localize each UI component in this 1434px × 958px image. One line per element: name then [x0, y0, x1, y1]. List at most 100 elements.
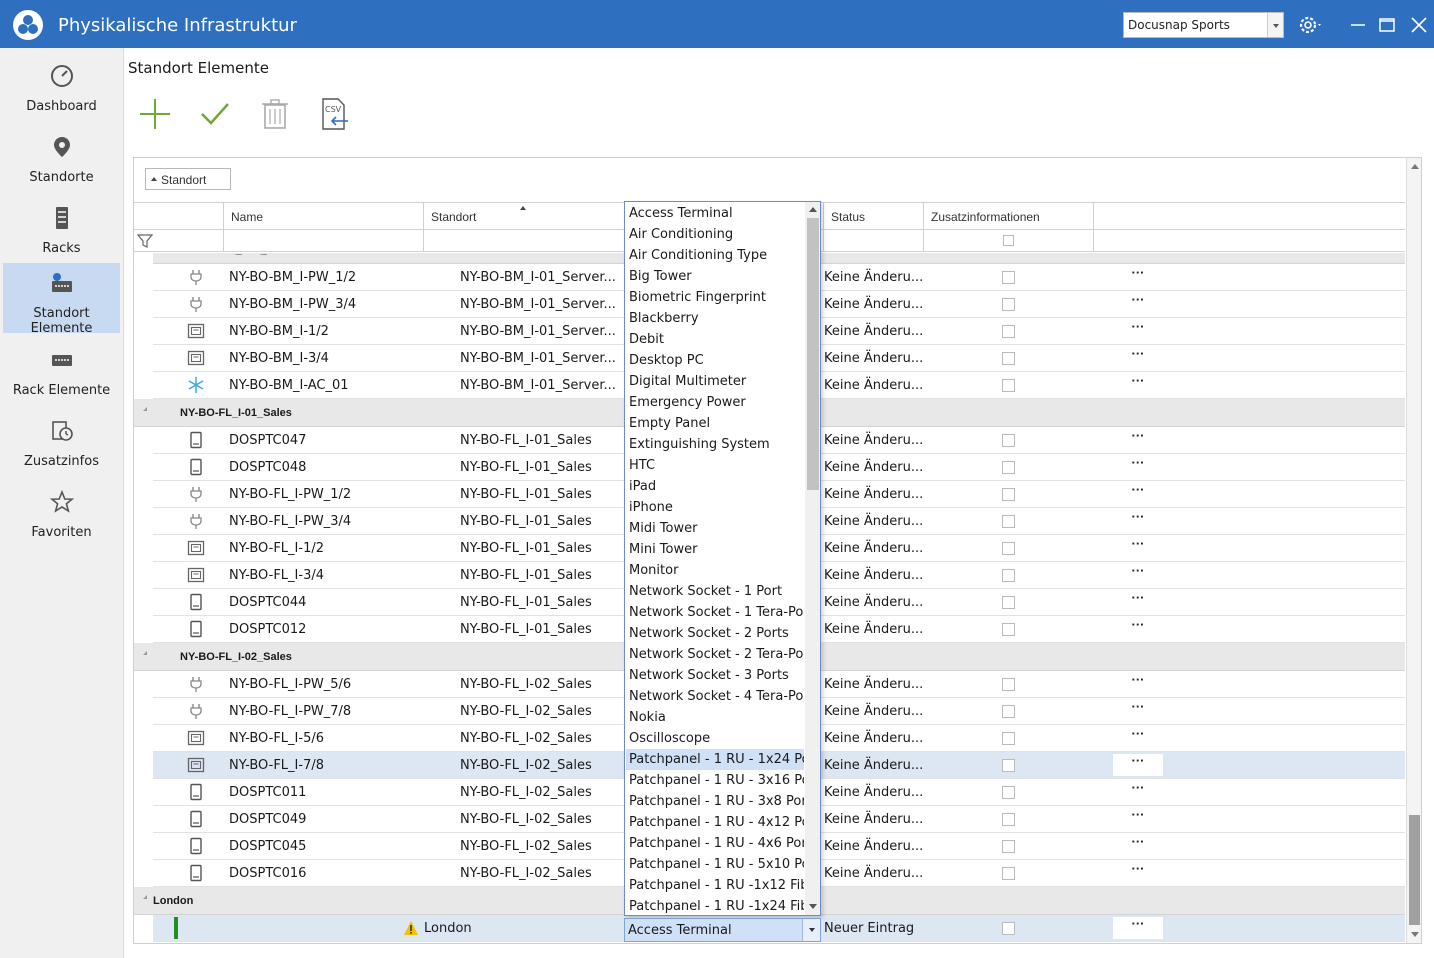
zusatz-checkbox[interactable]	[1002, 759, 1015, 772]
more-actions-button[interactable]: ···	[1113, 673, 1163, 695]
dropdown-scrollbar[interactable]	[805, 202, 820, 915]
filter-status[interactable]	[823, 230, 923, 251]
cell-standort[interactable]: NY-BO-FL_I-01_Sales	[460, 589, 620, 615]
dropdown-option[interactable]: Midi Tower	[626, 518, 804, 539]
cell-status[interactable]: Neuer Eintrag	[824, 915, 922, 941]
dropdown-option[interactable]: Nokia	[626, 707, 804, 728]
cell-status[interactable]: Keine Änderu...	[824, 671, 922, 697]
zusatz-checkbox[interactable]	[1002, 488, 1015, 501]
cell-name[interactable]: NY-BO-BM_I-3/4	[229, 345, 419, 371]
dropdown-option[interactable]: Patchpanel - 1 RU - 3x8 Por	[626, 791, 804, 812]
more-actions-button[interactable]: ···	[1113, 564, 1163, 586]
dropdown-option[interactable]: Emergency Power	[626, 392, 804, 413]
dropdown-option[interactable]: Patchpanel - 1 RU - 4x12 Po	[626, 812, 804, 833]
cell-name[interactable]: NY-BO-FL_I-1/2	[229, 535, 419, 561]
more-actions-button[interactable]: ···	[1113, 510, 1163, 532]
cell-name[interactable]: NY-BO-BM_I-1/2	[229, 318, 419, 344]
dropdown-option[interactable]: Debit	[626, 329, 804, 350]
csv-import-icon[interactable]: CSV	[316, 95, 354, 133]
cell-name[interactable]: NY-BO-FL_I-PW_3/4	[229, 508, 419, 534]
cell-status[interactable]: Keine Änderu...	[824, 372, 922, 398]
cell-status[interactable]: Keine Änderu...	[824, 535, 922, 561]
sidebar-item-standorte[interactable]: Standorte	[3, 127, 120, 197]
cell-standort[interactable]: NY-BO-FL_I-01_Sales	[460, 427, 620, 453]
more-actions-button[interactable]: ···	[1113, 483, 1163, 505]
sidebar-item-favoriten[interactable]: Favoriten	[3, 482, 120, 552]
more-actions-button[interactable]: ···	[1113, 727, 1163, 749]
cell-status[interactable]: Keine Änderu...	[824, 752, 922, 778]
scroll-down-arrow[interactable]	[1411, 932, 1419, 937]
cell-name[interactable]: DOSPTC045	[229, 833, 419, 859]
zusatz-checkbox[interactable]	[1002, 813, 1015, 826]
cell-standort[interactable]: London	[424, 915, 544, 941]
cell-name[interactable]: NY-BO-FL_I-7/8	[229, 752, 419, 778]
cell-name[interactable]: DOSPTC011	[229, 779, 419, 805]
cell-name[interactable]: NY-BO-FL_I-5/6	[229, 725, 419, 751]
tenant-select[interactable]: Docusnap Sports	[1123, 12, 1284, 38]
more-actions-button[interactable]: ···	[1113, 456, 1163, 478]
more-actions-button[interactable]: ···	[1113, 754, 1163, 776]
more-actions-button[interactable]: ···	[1113, 537, 1163, 559]
cell-name[interactable]: NY-BO-BM_I-AC_01	[229, 372, 419, 398]
close-icon[interactable]	[1406, 12, 1432, 38]
dropdown-option[interactable]: Oscilloscope	[626, 728, 804, 749]
more-actions-button[interactable]: ···	[1113, 293, 1163, 315]
more-actions-button[interactable]: ···	[1113, 320, 1163, 342]
zusatz-checkbox[interactable]	[1002, 922, 1015, 935]
minimize-icon[interactable]	[1345, 12, 1371, 38]
cell-standort[interactable]: NY-BO-FL_I-02_Sales	[460, 725, 620, 751]
cell-status[interactable]: Keine Änderu...	[824, 562, 922, 588]
cell-standort[interactable]: NY-BO-BM_I-01_Server...	[460, 345, 620, 371]
scroll-up-arrow[interactable]	[1411, 164, 1419, 169]
collapse-triangle-icon[interactable]	[143, 651, 147, 655]
cell-status[interactable]: Keine Änderu...	[824, 725, 922, 751]
filter-zusatz[interactable]	[923, 230, 1093, 251]
zusatz-checkbox[interactable]	[1002, 434, 1015, 447]
cell-standort[interactable]: NY-BO-BM_I-01_Server...	[460, 318, 620, 344]
dropdown-option[interactable]: Network Socket - 3 Ports	[626, 665, 804, 686]
cell-standort[interactable]: NY-BO-FL_I-02_Sales	[460, 806, 620, 832]
zusatz-checkbox[interactable]	[1002, 542, 1015, 555]
type-dropdown-list[interactable]: Access Terminal Air Conditioning Air Condi…	[624, 201, 821, 916]
more-actions-button[interactable]: ···	[1113, 266, 1163, 288]
sidebar-item-rack-elemente[interactable]: Rack Elemente	[3, 340, 120, 410]
cell-name[interactable]: NY-BO-FL_I-PW_7/8	[229, 698, 419, 724]
dropdown-option[interactable]: Network Socket - 1 Port	[626, 581, 804, 602]
sidebar-item-dashboard[interactable]: Dashboard	[3, 56, 120, 126]
more-actions-button[interactable]: ···	[1113, 862, 1163, 884]
more-actions-button[interactable]: ···	[1113, 591, 1163, 613]
collapse-triangle-icon[interactable]	[143, 895, 147, 899]
cell-standort[interactable]: NY-BO-BM_I-01_Server...	[460, 264, 620, 290]
zusatz-checkbox[interactable]	[1002, 596, 1015, 609]
dropdown-option[interactable]: Patchpanel - 1 RU - 1x24 Po	[626, 749, 804, 770]
maximize-icon[interactable]	[1374, 12, 1400, 38]
cell-name[interactable]: NY-BO-BM_I-PW_3/4	[229, 291, 419, 317]
header-name[interactable]: Name	[223, 203, 423, 230]
dropdown-option[interactable]: Network Socket - 4 Tera-Po	[626, 686, 804, 707]
cell-status[interactable]: Keine Änderu...	[824, 481, 922, 507]
cell-status[interactable]: Keine Änderu...	[824, 833, 922, 859]
filter-icon[interactable]	[137, 233, 153, 249]
cell-name[interactable]: DOSPTC044	[229, 589, 419, 615]
dropdown-option[interactable]: Patchpanel - 1 RU -1x24 Fib	[626, 896, 804, 915]
scroll-up-arrow[interactable]	[809, 207, 817, 212]
zusatz-checkbox[interactable]	[1002, 840, 1015, 853]
dropdown-option[interactable]: Patchpanel - 1 RU - 3x16 Po	[626, 770, 804, 791]
header-status[interactable]: Status	[823, 203, 923, 230]
settings-gear-icon[interactable]	[1296, 12, 1322, 38]
cell-standort[interactable]: NY-BO-FL_I-02_Sales	[460, 671, 620, 697]
cell-name[interactable]: NY-BO-FL_I-PW_1/2	[229, 481, 419, 507]
add-icon[interactable]	[136, 95, 174, 133]
checkmark-icon[interactable]	[196, 95, 234, 133]
cell-name[interactable]: NY-BO-FL_I-3/4	[229, 562, 419, 588]
zusatz-checkbox[interactable]	[1002, 569, 1015, 582]
cell-status[interactable]: Keine Änderu...	[824, 779, 922, 805]
more-actions-button[interactable]: ···	[1113, 429, 1163, 451]
zusatz-checkbox[interactable]	[1002, 623, 1015, 636]
cell-standort[interactable]: NY-BO-BM_I-01_Server...	[460, 291, 620, 317]
grid-vertical-scrollbar[interactable]	[1406, 158, 1421, 943]
dropdown-option[interactable]: Access Terminal	[626, 203, 804, 224]
dropdown-option[interactable]: Air Conditioning Type	[626, 245, 804, 266]
sidebar-item-racks[interactable]: Racks	[3, 198, 120, 268]
cell-standort[interactable]: NY-BO-FL_I-02_Sales	[460, 698, 620, 724]
